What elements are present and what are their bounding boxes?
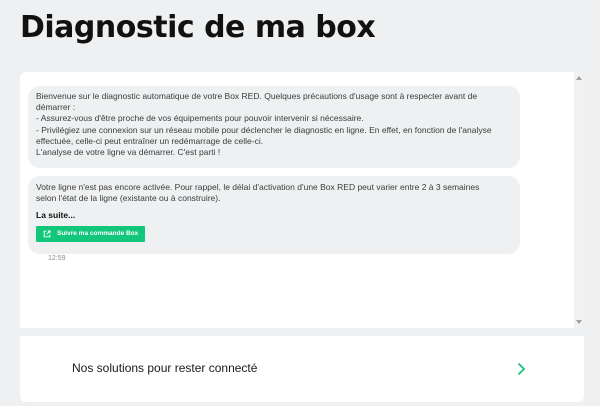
chevron-right-icon: [517, 362, 526, 376]
track-order-button[interactable]: Suivre ma commande Box: [36, 225, 146, 242]
solutions-label: Nos solutions pour rester connecté: [72, 361, 258, 375]
external-link-icon: [43, 230, 51, 237]
message-line: Votre ligne n'est pas encore activée. Po…: [36, 182, 480, 192]
suite-title: La suite...: [36, 210, 76, 221]
message-line: Bienvenue sur le diagnostic automatique …: [36, 91, 478, 101]
message-line: - Privilégiez une connexion sur un résea…: [36, 124, 492, 135]
track-order-button-label: Suivre ma commande Box: [57, 230, 139, 237]
message-line: L'analyse de votre ligne va démarrer. C'…: [36, 147, 221, 158]
message-line: selon l'état de la ligne (existante ou à…: [36, 193, 221, 204]
page-title: Diagnostic de ma box: [20, 10, 376, 45]
chat-scrollbar[interactable]: [574, 72, 584, 328]
chat-message-activation: Votre ligne n'est pas encore activée. Po…: [28, 176, 520, 254]
message-line: démarrer :: [36, 102, 76, 113]
message-line: - Assurez-vous d'être proche de vos équi…: [36, 113, 364, 124]
chat-panel[interactable]: Bienvenue sur le diagnostic automatique …: [20, 72, 584, 328]
scroll-up-icon[interactable]: [576, 76, 582, 80]
scroll-down-icon[interactable]: [576, 320, 582, 324]
solutions-card[interactable]: Nos solutions pour rester connecté: [20, 336, 584, 402]
chat-message-welcome: Bienvenue sur le diagnostic automatique …: [28, 86, 520, 168]
message-line: effectuée, celle-ci peut entraîner un re…: [36, 135, 264, 146]
message-timestamp: 12:59: [48, 255, 66, 262]
